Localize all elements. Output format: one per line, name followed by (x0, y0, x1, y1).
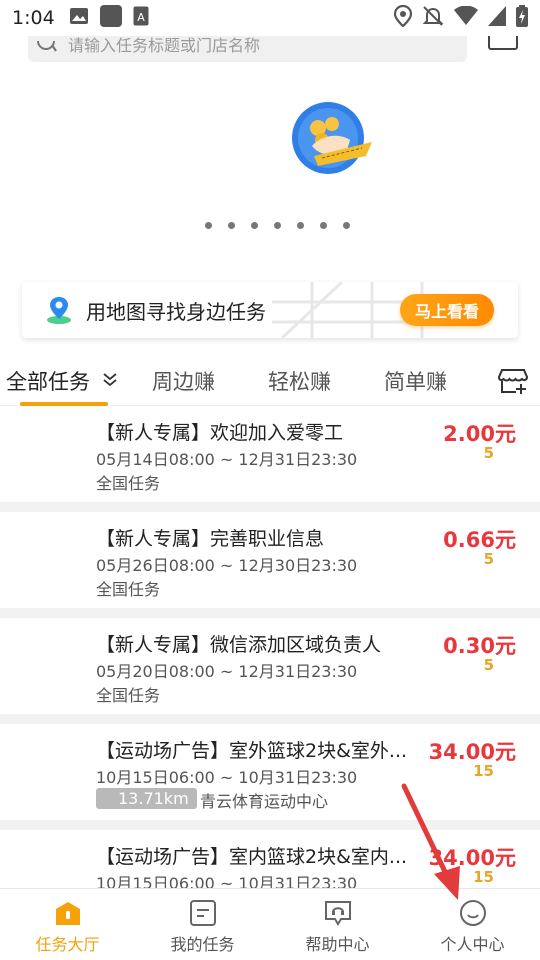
task-count: 15 (473, 868, 494, 886)
banner-pagination-dots (205, 222, 350, 229)
task-count: 15 (473, 762, 494, 780)
task-title: 【新人专属】微信添加区域负责人 (96, 634, 382, 656)
task-title: 【新人专属】欢迎加入爱零工 (96, 422, 344, 444)
pagination-dot[interactable] (205, 222, 212, 229)
image-icon (69, 7, 89, 29)
task-count: 5 (483, 656, 494, 674)
task-venue: 青云体育运动中心 (200, 792, 329, 811)
pagination-dot[interactable] (251, 222, 258, 229)
task-distance-badge: 13.71km (96, 788, 197, 809)
pagination-dot[interactable] (274, 222, 281, 229)
font-icon: A (133, 6, 149, 30)
task-date: 05月26日08:00 ~ 12月30日23:30 (96, 556, 358, 575)
task-price: 0.30元 (443, 634, 516, 658)
task-count: 5 (483, 550, 494, 568)
task-item[interactable]: 【新人专属】欢迎加入爱零工 05月14日08:00 ~ 12月31日23:30 … (0, 406, 540, 502)
nav-label: 我的任务 (170, 935, 235, 954)
battery-icon (516, 5, 528, 31)
nav-label: 个人中心 (440, 935, 505, 954)
map-card-text: 用地图寻找身边任务 (86, 299, 266, 324)
nav-label: 帮助中心 (305, 935, 370, 954)
nav-label: 任务大厅 (35, 935, 100, 954)
top-section: 请输入任务标题或门店名称 用地图寻找身边任务 马上看看 (0, 36, 540, 400)
tab-all-tasks[interactable]: 全部任务 (6, 366, 90, 396)
status-icons (393, 4, 528, 31)
task-item[interactable]: 【运动场广告】室外篮球2块&室外... 10月15日06:00 ~ 10月31日… (0, 724, 540, 820)
task-title: 【新人专属】完善职业信息 (96, 528, 325, 550)
task-area: 全国任务 (96, 686, 161, 705)
nav-my-tasks[interactable]: 我的任务 (135, 889, 270, 960)
task-area: 全国任务 (96, 580, 161, 599)
task-date: 05月14日08:00 ~ 12月31日23:30 (96, 450, 358, 469)
pagination-dot[interactable] (228, 222, 235, 229)
task-item[interactable]: 【新人专属】微信添加区域负责人 05月20日08:00 ~ 12月31日23:3… (0, 618, 540, 714)
map-pin-icon (44, 295, 74, 325)
scan-icon[interactable] (488, 36, 518, 50)
pagination-dot[interactable] (297, 222, 304, 229)
store-add-icon[interactable] (496, 362, 530, 396)
pagination-dot[interactable] (320, 222, 327, 229)
profile-icon (459, 899, 487, 927)
distance-value: 13.71km (118, 789, 189, 808)
search-placeholder: 请输入任务标题或门店名称 (68, 36, 261, 55)
square-icon (99, 4, 123, 32)
status-bar: 1:04 A (0, 0, 540, 36)
tab-nearby[interactable]: 周边赚 (152, 366, 215, 396)
svg-text:A: A (137, 11, 145, 24)
task-price: 2.00元 (443, 422, 516, 446)
tab-simple[interactable]: 简单赚 (384, 366, 447, 396)
task-list-icon (189, 899, 217, 927)
tab-easy[interactable]: 轻松赚 (268, 366, 331, 396)
map-task-card[interactable]: 用地图寻找身边任务 马上看看 (22, 282, 518, 338)
task-title: 【运动场广告】室外篮球2块&室外... (96, 740, 408, 762)
home-icon (54, 899, 82, 927)
search-bar[interactable]: 请输入任务标题或门店名称 (28, 36, 467, 62)
task-item[interactable]: 【新人专属】完善职业信息 05月26日08:00 ~ 12月30日23:30 全… (0, 512, 540, 608)
search-icon (36, 40, 58, 59)
view-now-button[interactable]: 马上看看 (400, 294, 494, 326)
location-icon (393, 4, 413, 31)
task-title: 【运动场广告】室内篮球2块&室内... (96, 846, 408, 868)
task-area: 全国任务 (96, 474, 161, 493)
nav-task-hall[interactable]: 任务大厅 (0, 889, 135, 960)
nav-help-center[interactable]: 帮助中心 (270, 889, 405, 960)
task-price: 0.66元 (443, 528, 516, 552)
nav-profile[interactable]: 个人中心 (405, 889, 540, 960)
signal-icon (488, 6, 506, 30)
help-chat-icon (324, 899, 352, 927)
bottom-navigation: 任务大厅 我的任务 帮助中心 个人中心 (0, 888, 540, 960)
chevron-down-icon[interactable] (102, 372, 118, 391)
task-count: 5 (483, 444, 494, 462)
status-time: 1:04 (12, 7, 55, 29)
task-date: 10月15日06:00 ~ 10月31日23:30 (96, 768, 358, 787)
pagination-dot[interactable] (343, 222, 350, 229)
task-tabs: 全部任务 周边赚 轻松赚 简单赚 (0, 354, 540, 406)
wifi-icon (454, 5, 478, 30)
mute-icon (422, 5, 444, 31)
task-date: 05月20日08:00 ~ 12月31日23:30 (96, 662, 358, 681)
app-screen: 1:04 A 请输入任务标题或门店名称 用地图寻找身边任务 马上看看 全部任务 … (0, 0, 540, 960)
banner-logo-icon[interactable] (292, 100, 372, 180)
